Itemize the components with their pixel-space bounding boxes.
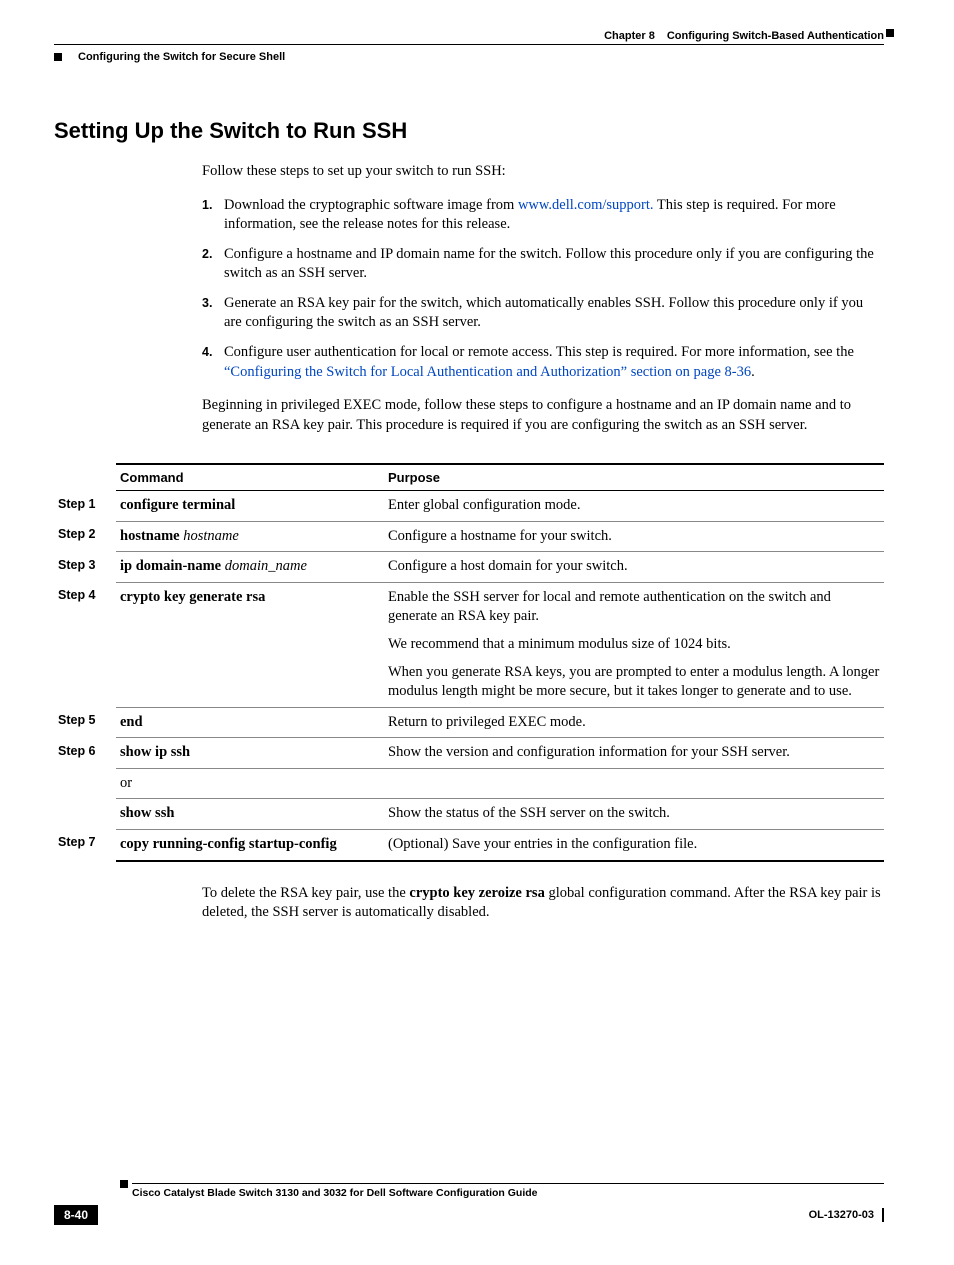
list-item: 2. Configure a hostname and IP domain na…: [202, 245, 884, 284]
section-running-head: Configuring the Switch for Secure Shell: [54, 51, 884, 63]
list-item: 1. Download the cryptographic software i…: [202, 196, 884, 235]
table-row: or: [54, 768, 884, 799]
table-row: Step 1 configure terminal Enter global c…: [54, 491, 884, 522]
cross-reference-link[interactable]: “Configuring the Switch for Local Authen…: [224, 364, 751, 380]
footer-bar-icon: [882, 1208, 884, 1222]
step-number: 3.: [202, 294, 224, 333]
table-row: Step 3 ip domain-name domain_name Config…: [54, 552, 884, 583]
step-text: Download the cryptographic software imag…: [224, 196, 884, 235]
purpose-cell: Configure a hostname for your switch.: [384, 521, 884, 552]
table-row: Step 6 show ip ssh Show the version and …: [54, 738, 884, 769]
step-number: 1.: [202, 196, 224, 235]
table-row: Step 4 crypto key generate rsa Enable th…: [54, 582, 884, 707]
col-header-purpose: Purpose: [384, 464, 884, 491]
table-row: Step 2 hostname hostname Configure a hos…: [54, 521, 884, 552]
table-row: Step 7 copy running-config startup-confi…: [54, 829, 884, 860]
page-number: 8-40: [54, 1205, 98, 1225]
step-label: Step 2: [54, 521, 116, 552]
purpose-cell: (Optional) Save your entries in the conf…: [384, 829, 884, 860]
step-label: Step 4: [54, 582, 116, 707]
purpose-cell: Enable the SSH server for local and remo…: [384, 582, 884, 707]
step-text: Configure a hostname and IP domain name …: [224, 245, 884, 284]
section-title: Setting Up the Switch to Run SSH: [54, 118, 884, 144]
page-footer: Cisco Catalyst Blade Switch 3130 and 303…: [54, 1183, 884, 1225]
intro-paragraph: Follow these steps to set up your switch…: [202, 162, 884, 182]
chapter-number: Chapter 8: [604, 30, 655, 42]
command-cell: show ip ssh: [116, 738, 384, 769]
purpose-cell: Enter global configuration mode.: [384, 491, 884, 522]
command-table: Command Purpose Step 1 configure termina…: [54, 463, 884, 861]
step-number: 2.: [202, 245, 224, 284]
purpose-cell: Show the status of the SSH server on the…: [384, 799, 884, 830]
closing-paragraph: To delete the RSA key pair, use the cryp…: [202, 884, 884, 923]
command-cell: show ssh: [116, 799, 384, 830]
paragraph: Beginning in privileged EXEC mode, follo…: [202, 396, 884, 435]
step-label: Step 6: [54, 738, 116, 769]
purpose-cell: Show the version and configuration infor…: [384, 738, 884, 769]
purpose-cell: Configure a host domain for your switch.: [384, 552, 884, 583]
table-row: Step 5 end Return to privileged EXEC mod…: [54, 707, 884, 738]
running-header: Chapter 8 Configuring Switch-Based Authe…: [54, 30, 884, 45]
list-item: 4. Configure user authentication for loc…: [202, 343, 884, 382]
command-cell: end: [116, 707, 384, 738]
purpose-cell: Return to privileged EXEC mode.: [384, 707, 884, 738]
header-startcap-icon: [54, 53, 62, 61]
command-cell: copy running-config startup-config: [116, 829, 384, 860]
command-cell: ip domain-name domain_name: [116, 552, 384, 583]
chapter-title: Configuring Switch-Based Authentication: [667, 30, 884, 42]
step-label: Step 3: [54, 552, 116, 583]
command-or: or: [116, 768, 384, 799]
command-cell: crypto key generate rsa: [116, 582, 384, 707]
command-cell: hostname hostname: [116, 521, 384, 552]
step-text: Configure user authentication for local …: [224, 343, 884, 382]
ordered-steps: 1. Download the cryptographic software i…: [202, 196, 884, 383]
step-label: Step 1: [54, 491, 116, 522]
step-label: Step 7: [54, 829, 116, 860]
table-row: show ssh Show the status of the SSH serv…: [54, 799, 884, 830]
command-cell: configure terminal: [116, 491, 384, 522]
list-item: 3. Generate an RSA key pair for the swit…: [202, 294, 884, 333]
support-link[interactable]: www.dell.com/support.: [518, 197, 654, 213]
footer-endcap-icon: [120, 1180, 128, 1188]
header-endcap-icon: [886, 29, 894, 37]
running-head-text: Configuring the Switch for Secure Shell: [78, 51, 285, 63]
step-number: 4.: [202, 343, 224, 382]
step-text: Generate an RSA key pair for the switch,…: [224, 294, 884, 333]
step-label: Step 5: [54, 707, 116, 738]
col-header-command: Command: [116, 464, 384, 491]
document-id: OL-13270-03: [809, 1208, 884, 1222]
guide-title: Cisco Catalyst Blade Switch 3130 and 303…: [132, 1187, 538, 1199]
